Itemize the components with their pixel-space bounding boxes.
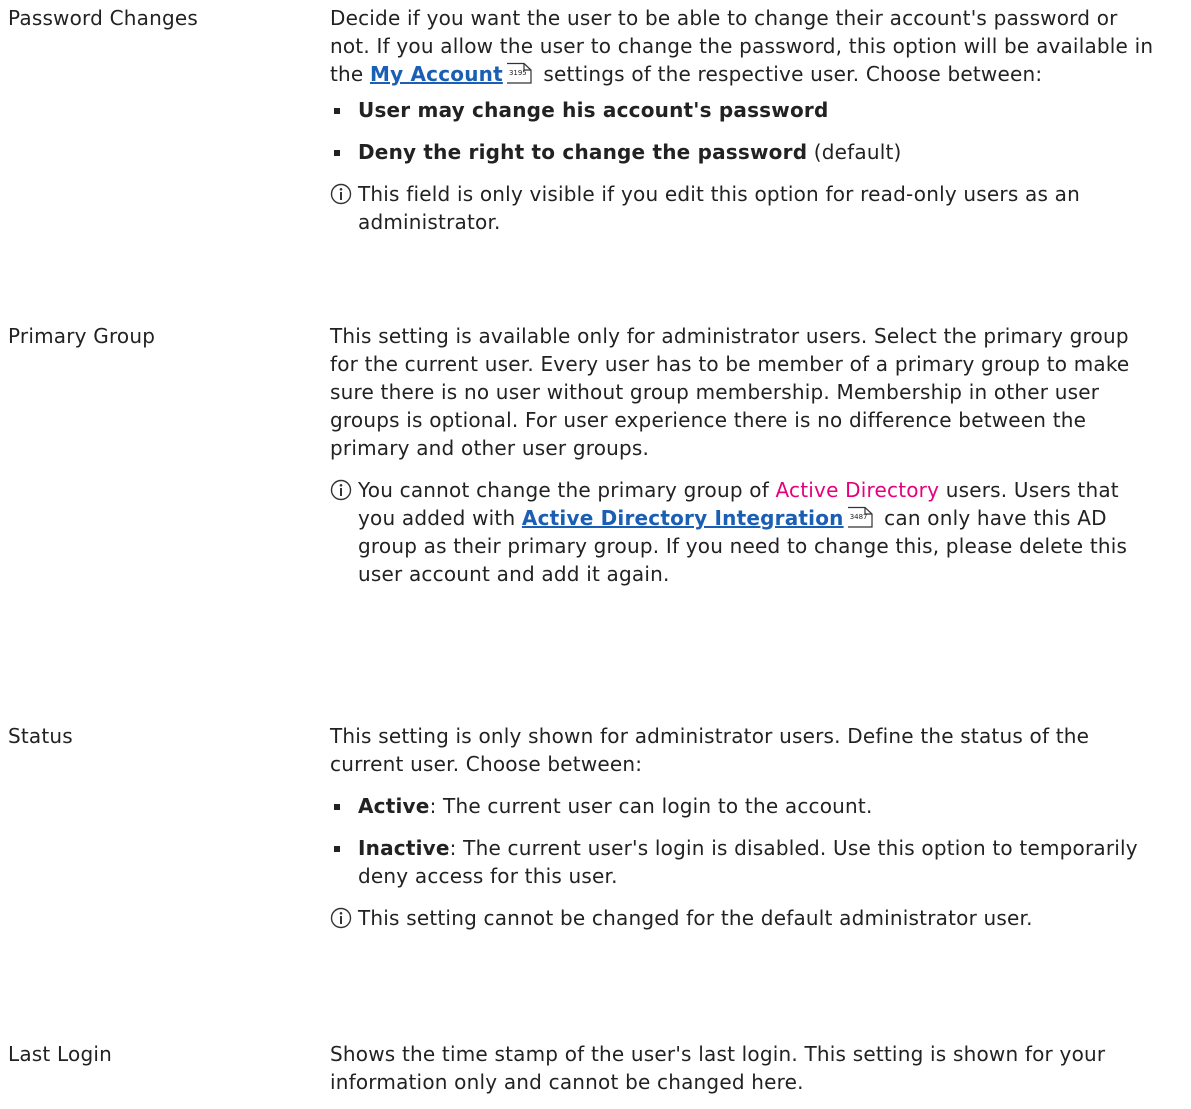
option-bullet: Deny the right to change the password (d… (330, 138, 1160, 166)
option-text: : The current user's login is disabled. … (358, 836, 1138, 888)
option-bullet: User may change his account's password (330, 96, 1160, 124)
page-reference-icon[interactable]: 3195 (505, 62, 533, 84)
setting-term: Status (8, 724, 73, 748)
description-paragraph: Decide if you want the user to be able t… (330, 4, 1160, 88)
setting-description: Decide if you want the user to be able t… (330, 4, 1160, 236)
text: settings of the respective user. Choose … (536, 62, 1043, 86)
note-text: This field is only visible if you edit t… (358, 182, 1080, 234)
setting-term: Last Login (8, 1042, 112, 1066)
settings-table: Password Changes Decide if you want the … (0, 0, 1191, 1109)
description-paragraph: Shows the time stamp of the user's last … (330, 1042, 1106, 1094)
highlighted-term: Active Directory (775, 478, 940, 502)
note-text: You cannot change the primary group of (358, 478, 776, 502)
description-paragraph: This setting is available only for admin… (330, 324, 1130, 460)
info-note: This field is only visible if you edit t… (330, 180, 1160, 236)
info-note: This setting cannot be changed for the d… (330, 904, 1160, 932)
setting-term: Primary Group (8, 324, 156, 348)
my-account-link[interactable]: My Account (370, 62, 503, 86)
option-text: : The current user can login to the acco… (429, 794, 873, 818)
info-icon (330, 183, 352, 205)
info-icon (330, 479, 352, 501)
description-paragraph: This setting is only shown for administr… (330, 724, 1090, 776)
setting-description: Shows the time stamp of the user's last … (330, 1040, 1160, 1096)
info-note: You cannot change the primary group of A… (330, 476, 1160, 588)
setting-term: Password Changes (8, 6, 198, 30)
active-directory-integration-link[interactable]: Active Directory Integration (522, 506, 844, 530)
setting-description: This setting is available only for admin… (330, 322, 1160, 588)
option-bullet: Inactive: The current user's login is di… (330, 834, 1160, 890)
setting-description: This setting is only shown for administr… (330, 722, 1160, 932)
option-label: Deny the right to change the password (358, 140, 808, 164)
option-label: Active (358, 794, 430, 818)
option-bullet: Active: The current user can login to th… (330, 792, 1160, 820)
page-reference-number: 3487 (849, 513, 868, 521)
option-label: Inactive (358, 836, 450, 860)
option-label: User may change his account's password (358, 98, 829, 122)
page-reference-icon[interactable]: 3487 (846, 506, 874, 528)
note-text: This setting cannot be changed for the d… (358, 906, 1033, 930)
option-suffix: (default) (807, 140, 902, 164)
info-icon (330, 907, 352, 929)
page-reference-number: 3195 (508, 69, 527, 77)
